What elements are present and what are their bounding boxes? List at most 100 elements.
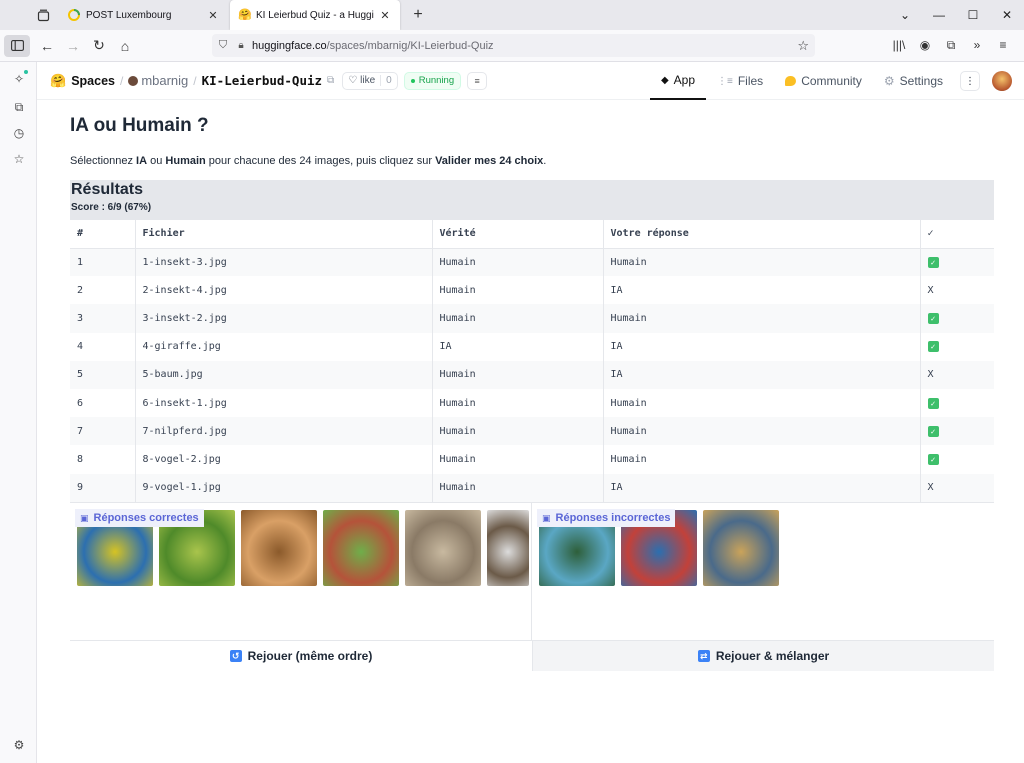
url-path: /spaces/mbarnig/KI-Leierbud-Quiz	[326, 39, 494, 52]
replay-same-order-button[interactable]: ↺ Rejouer (même ordre)	[70, 640, 532, 671]
bird-image[interactable]	[703, 510, 779, 586]
replay-shuffle-button[interactable]: ⇄ Rejouer & mélanger	[532, 640, 994, 671]
page-title: IA ou Humain ?	[70, 115, 209, 136]
bookmark-star-icon[interactable]: ☆	[797, 38, 809, 54]
cell-truth: Humain	[432, 388, 604, 418]
overflow-chevron-icon[interactable]: »	[964, 32, 990, 58]
cell-truth: Humain	[432, 445, 604, 474]
check-icon: ✓	[927, 397, 939, 409]
gallery-incorrect: ▣ Réponses incorrectes	[532, 503, 994, 641]
cell-result: ✓	[920, 445, 994, 473]
forward-icon[interactable]: →	[60, 33, 86, 59]
table-row: 4 4-giraffe.jpg IA IA ✓	[70, 332, 994, 361]
tab-app[interactable]: ◆ App	[649, 62, 706, 100]
url-bar[interactable]: ⛉ 🔒︎ huggingface.co/spaces/mbarnig/KI-Le…	[212, 34, 815, 57]
extensions-icon[interactable]: ⧉	[938, 32, 964, 58]
check-icon: ✓	[927, 425, 939, 437]
chevron-down-icon[interactable]: ⌄	[888, 8, 922, 22]
minimize-icon[interactable]: —	[922, 8, 956, 22]
cell-result: ✓	[920, 304, 994, 333]
cell-n: 2	[70, 276, 136, 305]
app-content: IA ou Humain ? Sélectionnez IA ou Humain…	[70, 100, 994, 502]
more-options-icon[interactable]: ⋮	[960, 71, 980, 91]
gallery-correct-label: ▣ Réponses correctes	[75, 509, 204, 527]
table-row: 5 5-baum.jpg Humain IA X	[70, 360, 994, 389]
maximize-icon[interactable]: ☐	[956, 8, 990, 22]
cell-answer: IA	[603, 360, 921, 389]
lock-icon[interactable]: 🔒︎	[234, 40, 248, 51]
column-header: #	[70, 220, 136, 249]
tab-settings[interactable]: ⚙ Settings	[873, 62, 954, 100]
cell-result: X	[920, 473, 994, 502]
space-logs-icon[interactable]: ≡	[467, 71, 488, 90]
sidebar-toggle-icon[interactable]	[4, 34, 30, 57]
like-count: 0	[380, 75, 397, 86]
synced-tabs-icon[interactable]: ⧉	[11, 99, 27, 115]
browser-tab-bar: POST Luxembourg ✕ 🤗 KI Leierbud Quiz - a…	[0, 0, 1024, 30]
shield-icon[interactable]: ⛉	[212, 39, 234, 52]
tab-files[interactable]: ⋮≡ Files	[706, 62, 774, 100]
tab-community-label: Community	[801, 74, 862, 88]
sidebar-settings-gear-icon[interactable]: ⚙	[11, 737, 27, 753]
tab-list-icon[interactable]	[28, 0, 58, 30]
cell-file: 8-vogel-2.jpg	[135, 445, 433, 474]
home-icon[interactable]: ⌂	[112, 33, 138, 59]
community-chat-icon	[785, 76, 797, 86]
user-avatar[interactable]	[992, 71, 1012, 91]
close-tab-icon[interactable]: ✕	[206, 9, 220, 22]
browser-tab-hf[interactable]: 🤗 KI Leierbud Quiz - a Hugging Fa ✕	[230, 0, 400, 30]
table-row: 9 9-vogel-1.jpg Humain IA X	[70, 473, 994, 502]
hf-space-header: 🤗 Spaces / mbarnig / KI-Leierbud-Quiz ⧉ …	[37, 62, 1024, 100]
status-badge[interactable]: Running	[403, 71, 462, 90]
column-header: Vérité	[432, 220, 604, 249]
results-header: Résultats Score : 6/9 (67%)	[70, 180, 994, 220]
hugging-face-favicon-icon: 🤗	[238, 9, 252, 21]
cell-answer: IA	[603, 473, 921, 502]
like-button[interactable]: ♡ like 0	[342, 71, 398, 90]
shuffle-icon: ⇄	[697, 650, 710, 662]
table-row: 1 1-insekt-3.jpg Humain Humain ✓	[70, 248, 994, 277]
cell-n: 9	[70, 473, 136, 502]
hippo-image[interactable]	[405, 510, 481, 586]
spaces-link[interactable]: Spaces	[71, 74, 115, 88]
tab-community[interactable]: Community	[774, 62, 873, 100]
close-window-icon[interactable]: ✕	[990, 8, 1024, 22]
cell-truth: Humain	[432, 248, 604, 277]
account-icon[interactable]: ◉	[912, 32, 938, 58]
history-icon[interactable]: ◷	[11, 125, 27, 141]
cross-icon: X	[927, 482, 934, 494]
cell-result: X	[920, 360, 994, 389]
browser-tab-post[interactable]: POST Luxembourg ✕	[60, 0, 228, 30]
back-icon[interactable]: ←	[34, 33, 60, 59]
image-icon: ▣	[542, 512, 551, 523]
bookmarks-star-icon[interactable]: ☆	[11, 151, 27, 167]
cube-icon: ◆	[660, 74, 669, 86]
owner-link[interactable]: mbarnig	[141, 73, 188, 88]
new-tab-icon[interactable]: +	[408, 6, 428, 24]
settings-gear-icon: ⚙	[883, 74, 895, 88]
table-row: 6 6-insekt-1.jpg Humain Humain ✓	[70, 388, 994, 418]
repo-name[interactable]: KI-Leierbud-Quiz	[202, 73, 322, 88]
menu-icon[interactable]: ≡	[990, 32, 1016, 58]
cell-n: 1	[70, 248, 136, 277]
cell-truth: Humain	[432, 417, 604, 446]
space-tabs: ◆ App ⋮≡ Files Community ⚙ Settings ⋮	[649, 62, 1024, 100]
copy-icon[interactable]: ⧉	[327, 75, 334, 86]
cross-icon: X	[927, 284, 934, 296]
owl-image[interactable]	[487, 510, 529, 586]
breadcrumb: 🤗 Spaces / mbarnig / KI-Leierbud-Quiz ⧉	[50, 73, 334, 89]
giraffe-image[interactable]	[241, 510, 317, 586]
hugging-face-logo-icon: 🤗	[50, 72, 67, 88]
toolbar-right: |||\ ◉ ⧉ » ≡	[886, 32, 1016, 58]
weevil-image[interactable]	[323, 510, 399, 586]
score-text: Score : 6/9 (67%)	[71, 202, 152, 213]
close-tab-icon[interactable]: ✕	[378, 9, 392, 22]
cell-truth: Humain	[432, 276, 604, 305]
tab-settings-label: Settings	[899, 74, 943, 88]
cross-icon: X	[927, 369, 934, 381]
cell-truth: Humain	[432, 360, 604, 389]
library-icon[interactable]: |||\	[886, 32, 912, 58]
cell-answer: Humain	[603, 445, 921, 474]
check-icon: ✓	[927, 341, 939, 353]
reload-icon[interactable]: ↻	[86, 33, 112, 59]
